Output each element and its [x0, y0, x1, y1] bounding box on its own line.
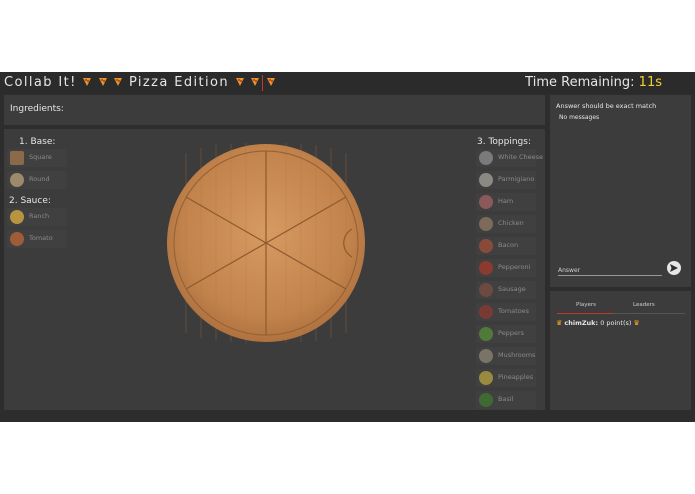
square-base-icon	[10, 151, 24, 165]
topping-item-sausage[interactable]: Sausage	[476, 281, 536, 299]
title-bar: Collab It! Pizza Edition Time Remaining:…	[0, 72, 695, 94]
title-divider	[262, 75, 263, 91]
answer-hint: Answer should be exact match	[556, 102, 657, 110]
crown-icon: ♛	[633, 319, 640, 327]
topping-item-mushrooms[interactable]: Mushrooms	[476, 347, 536, 365]
topping-label: White Cheese	[498, 153, 544, 161]
timer-value: 11s	[638, 75, 662, 90]
topping-label: Pepperoni	[498, 263, 531, 271]
topping-item-parmigiano[interactable]: Parmigiano	[476, 171, 536, 189]
ham-icon	[479, 195, 493, 209]
topping-item-peppers[interactable]: Peppers	[476, 325, 536, 343]
topping-item-white-cheese[interactable]: White Cheese	[476, 149, 543, 167]
base-item-round[interactable]: Round	[7, 171, 67, 189]
tomato-sauce-icon	[10, 232, 24, 246]
topping-label: Peppers	[498, 329, 524, 337]
pizza-board[interactable]	[166, 143, 366, 343]
scoreboard-panel: Players Leaders ♛ chimZuk: 0 point(s) ♛	[550, 291, 691, 410]
base-item-square[interactable]: Square	[7, 149, 67, 167]
sauce-item-ranch[interactable]: Ranch	[7, 208, 67, 226]
base-label: Square	[29, 153, 52, 161]
pizza-slice-icon	[98, 78, 107, 86]
tomatoes-icon	[479, 305, 493, 319]
basil-icon	[479, 393, 493, 407]
pineapples-icon	[479, 371, 493, 385]
player-name: chimZuk:	[564, 319, 599, 327]
white-cheese-icon	[479, 151, 493, 165]
pizza-slice-icon	[235, 78, 244, 86]
sauce-label: Ranch	[29, 212, 50, 220]
sausage-icon	[479, 283, 493, 297]
topping-item-chicken[interactable]: Chicken	[476, 215, 536, 233]
base-title: 1. Base:	[19, 137, 56, 147]
answer-input[interactable]	[558, 265, 662, 275]
pizza-slice-icon	[83, 78, 92, 86]
pizza-slice-icon	[114, 78, 123, 86]
topping-item-bacon[interactable]: Bacon	[476, 237, 536, 255]
bacon-icon	[479, 239, 493, 253]
chat-panel: Answer should be exact match No messages	[550, 95, 691, 287]
topping-item-ham[interactable]: Ham	[476, 193, 536, 211]
topping-label: Pineapples	[498, 373, 534, 381]
chicken-icon	[479, 217, 493, 231]
player-row: ♛ chimZuk: 0 point(s) ♛	[556, 319, 640, 327]
topping-label: Mushrooms	[498, 351, 536, 359]
topping-item-tomatoes[interactable]: Tomatoes	[476, 303, 536, 321]
timer-label: Time Remaining:	[525, 75, 635, 90]
active-tab-indicator	[557, 313, 613, 314]
parmigiano-icon	[479, 173, 493, 187]
topping-label: Ham	[498, 197, 514, 205]
send-icon	[670, 264, 678, 272]
topping-label: Tomatoes	[498, 307, 530, 315]
round-base-icon	[10, 173, 24, 187]
topping-label: Parmigiano	[498, 175, 535, 183]
ranch-sauce-icon	[10, 210, 24, 224]
game-app: Collab It! Pizza Edition Time Remaining:…	[0, 72, 695, 422]
topping-item-pineapples[interactable]: Pineapples	[476, 369, 536, 387]
pizza-slice-icon	[266, 78, 275, 86]
pizza-slice-icon	[251, 78, 260, 86]
mushrooms-icon	[479, 349, 493, 363]
peppers-icon	[479, 327, 493, 341]
toppings-title: 3. Toppings:	[477, 137, 531, 147]
topping-label: Bacon	[498, 241, 519, 249]
crown-icon: ♛	[556, 319, 563, 327]
tab-leaders[interactable]: Leaders	[633, 302, 655, 308]
ingredients-label: Ingredients:	[10, 104, 64, 114]
topping-item-basil[interactable]: Basil	[476, 391, 536, 409]
time-remaining: Time Remaining: 11s	[525, 75, 662, 90]
app-title: Collab It! Pizza Edition	[4, 75, 276, 90]
base-label: Round	[29, 175, 50, 183]
ingredients-panel: Ingredients:	[4, 95, 545, 125]
sauce-item-tomato[interactable]: Tomato	[7, 230, 67, 248]
no-messages-text: No messages	[559, 114, 600, 121]
topping-label: Basil	[498, 395, 514, 403]
send-button[interactable]	[667, 261, 681, 275]
player-points: 0 point(s)	[600, 319, 632, 327]
topping-label: Chicken	[498, 219, 524, 227]
pizza-board-panel: 1. Base: Square Round 2. Sauce: Ranch To…	[4, 129, 545, 410]
sauce-title: 2. Sauce:	[9, 196, 51, 206]
topping-label: Sausage	[498, 285, 526, 293]
sauce-label: Tomato	[29, 234, 53, 242]
title-right: Pizza Edition	[128, 75, 230, 90]
topping-item-pepperoni[interactable]: Pepperoni	[476, 259, 536, 277]
answer-field	[558, 265, 662, 276]
title-left: Collab It!	[4, 75, 77, 90]
tab-players[interactable]: Players	[576, 302, 596, 308]
pepperoni-icon	[479, 261, 493, 275]
